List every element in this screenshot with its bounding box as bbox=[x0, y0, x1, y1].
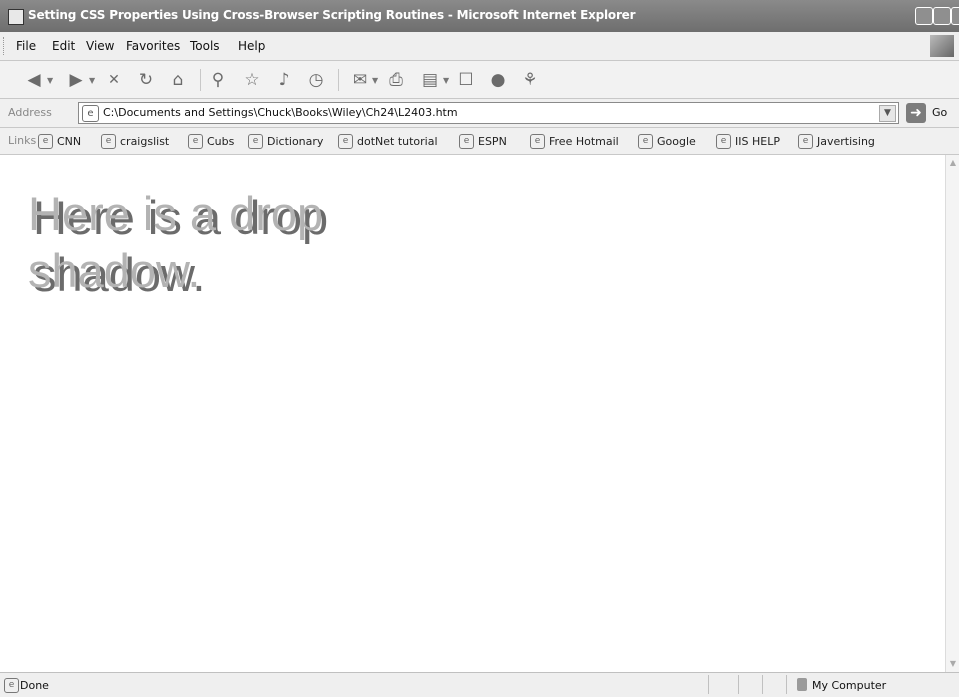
address-bar: Address e C:\Documents and Settings\Chuc… bbox=[0, 99, 959, 128]
menu-help[interactable]: Help bbox=[238, 39, 265, 53]
link-dictionary[interactable]: e Dictionary bbox=[248, 133, 323, 149]
link-free-hotmail[interactable]: e Free Hotmail bbox=[530, 133, 619, 149]
scroll-up-icon[interactable]: ▲ bbox=[947, 157, 959, 169]
link-cubs[interactable]: e Cubs bbox=[188, 133, 234, 149]
maximize-icon[interactable] bbox=[933, 7, 951, 25]
ie-page-icon: e bbox=[716, 133, 731, 149]
link-cnn[interactable]: e CNN bbox=[38, 133, 81, 149]
stop-icon[interactable]: ✕ bbox=[104, 70, 124, 90]
page-content: Here is a drop shadow. Here is a drop sh… bbox=[0, 155, 945, 672]
research-icon[interactable]: ⚘ bbox=[520, 70, 540, 90]
standard-toolbar: ◀ ▼ ▶ ▼ ✕ ↻ ⌂ ⚲ ☆ ♪ ◷ ✉ ▼ ⎙ ▤ ▼ ☐ ● ⚘ bbox=[0, 61, 959, 99]
forward-dropdown-icon[interactable]: ▼ bbox=[89, 76, 95, 85]
discuss-icon[interactable]: ☐ bbox=[456, 70, 476, 90]
window-title: Setting CSS Properties Using Cross-Brows… bbox=[28, 8, 636, 22]
scroll-down-icon[interactable]: ▼ bbox=[947, 658, 959, 670]
ie-page-icon: e bbox=[338, 133, 353, 149]
link-label: Cubs bbox=[207, 134, 235, 148]
status-panel bbox=[786, 675, 787, 694]
address-input[interactable]: e C:\Documents and Settings\Chuck\Books\… bbox=[78, 102, 899, 124]
status-bar: e Done My Computer bbox=[0, 672, 959, 697]
back-icon[interactable]: ◀ bbox=[24, 70, 44, 90]
links-label: Links bbox=[8, 134, 37, 147]
ie-page-icon: e bbox=[798, 133, 813, 149]
menu-bar: File Edit View Favorites Tools Help bbox=[0, 32, 959, 61]
chevron-down-icon[interactable]: ▼ bbox=[879, 105, 896, 122]
link-javertising[interactable]: e Javertising bbox=[798, 133, 875, 149]
menu-favorites[interactable]: Favorites bbox=[126, 39, 180, 53]
ie-page-icon: e bbox=[459, 133, 474, 149]
address-url[interactable]: C:\Documents and Settings\Chuck\Books\Wi… bbox=[103, 106, 458, 119]
ie-page-icon: e bbox=[188, 133, 203, 149]
mail-dropdown-icon[interactable]: ▼ bbox=[372, 76, 378, 85]
link-label: Free Hotmail bbox=[549, 134, 619, 148]
ie-page-icon: e bbox=[248, 133, 263, 149]
link-label: CNN bbox=[57, 134, 82, 148]
links-bar: Links e CNN e craigslist e Cubs e Dictionary… bbox=[0, 128, 959, 155]
close-icon[interactable] bbox=[951, 7, 959, 25]
title-bar: Setting CSS Properties Using Cross-Brows… bbox=[0, 0, 959, 32]
drop-shadow-heading: Here is a drop shadow. Here is a drop sh… bbox=[28, 185, 448, 301]
vertical-scrollbar[interactable]: ▲ ▼ bbox=[945, 155, 959, 672]
security-zone-label: My Computer bbox=[812, 679, 887, 692]
search-icon[interactable]: ⚲ bbox=[208, 70, 228, 90]
toolbar-separator bbox=[338, 69, 339, 91]
forward-icon[interactable]: ▶ bbox=[66, 70, 86, 90]
status-panel bbox=[738, 675, 739, 694]
link-dotnet-tutorial[interactable]: e dotNet tutorial bbox=[338, 133, 438, 149]
go-button[interactable]: Go bbox=[932, 106, 947, 119]
link-label: ESPN bbox=[478, 134, 507, 148]
home-icon[interactable]: ⌂ bbox=[168, 70, 188, 90]
link-iis-help[interactable]: e IIS HELP bbox=[716, 133, 780, 149]
link-label: dotNet tutorial bbox=[357, 134, 438, 148]
link-label: IIS HELP bbox=[735, 134, 780, 148]
media-icon[interactable]: ♪ bbox=[274, 70, 294, 90]
refresh-icon[interactable]: ↻ bbox=[136, 70, 156, 90]
history-icon[interactable]: ◷ bbox=[306, 70, 326, 90]
ie-page-icon: e bbox=[38, 133, 53, 149]
page-icon: e bbox=[82, 105, 99, 122]
link-espn[interactable]: e ESPN bbox=[459, 133, 507, 149]
link-label: Google bbox=[657, 134, 696, 148]
link-craigslist[interactable]: e craigslist bbox=[101, 133, 169, 149]
back-dropdown-icon[interactable]: ▼ bbox=[47, 76, 53, 85]
toolbar-separator bbox=[200, 69, 201, 91]
ie-page-icon: e bbox=[638, 133, 653, 149]
go-arrow-icon[interactable]: ➜ bbox=[906, 103, 926, 123]
windows-logo-icon bbox=[930, 35, 954, 57]
address-label: Address bbox=[8, 106, 52, 119]
status-panel bbox=[762, 675, 763, 694]
link-google[interactable]: e Google bbox=[638, 133, 696, 149]
status-text: Done bbox=[20, 679, 49, 692]
edit-icon[interactable]: ▤ bbox=[420, 70, 440, 90]
ie-window-icon[interactable] bbox=[8, 9, 24, 25]
link-label: Javertising bbox=[817, 134, 875, 148]
messenger-icon[interactable]: ● bbox=[488, 70, 508, 90]
status-panel bbox=[708, 675, 709, 694]
computer-zone-icon bbox=[797, 678, 807, 691]
menu-view[interactable]: View bbox=[86, 39, 114, 53]
link-label: Dictionary bbox=[267, 134, 324, 148]
drop-shadow-text: Here is a drop shadow. bbox=[28, 187, 324, 297]
minimize-icon[interactable] bbox=[915, 7, 933, 25]
menu-tools[interactable]: Tools bbox=[190, 39, 220, 53]
mail-icon[interactable]: ✉ bbox=[350, 70, 370, 90]
ie-page-icon: e bbox=[530, 133, 545, 149]
menu-file[interactable]: File bbox=[16, 39, 36, 53]
print-icon[interactable]: ⎙ bbox=[386, 70, 406, 90]
edit-dropdown-icon[interactable]: ▼ bbox=[443, 76, 449, 85]
ie-page-icon: e bbox=[4, 678, 19, 693]
ie-page-icon: e bbox=[101, 133, 116, 149]
favorites-star-icon[interactable]: ☆ bbox=[242, 70, 262, 90]
link-label: craigslist bbox=[120, 134, 170, 148]
menu-edit[interactable]: Edit bbox=[52, 39, 75, 53]
toolbar-grip[interactable] bbox=[3, 37, 6, 55]
